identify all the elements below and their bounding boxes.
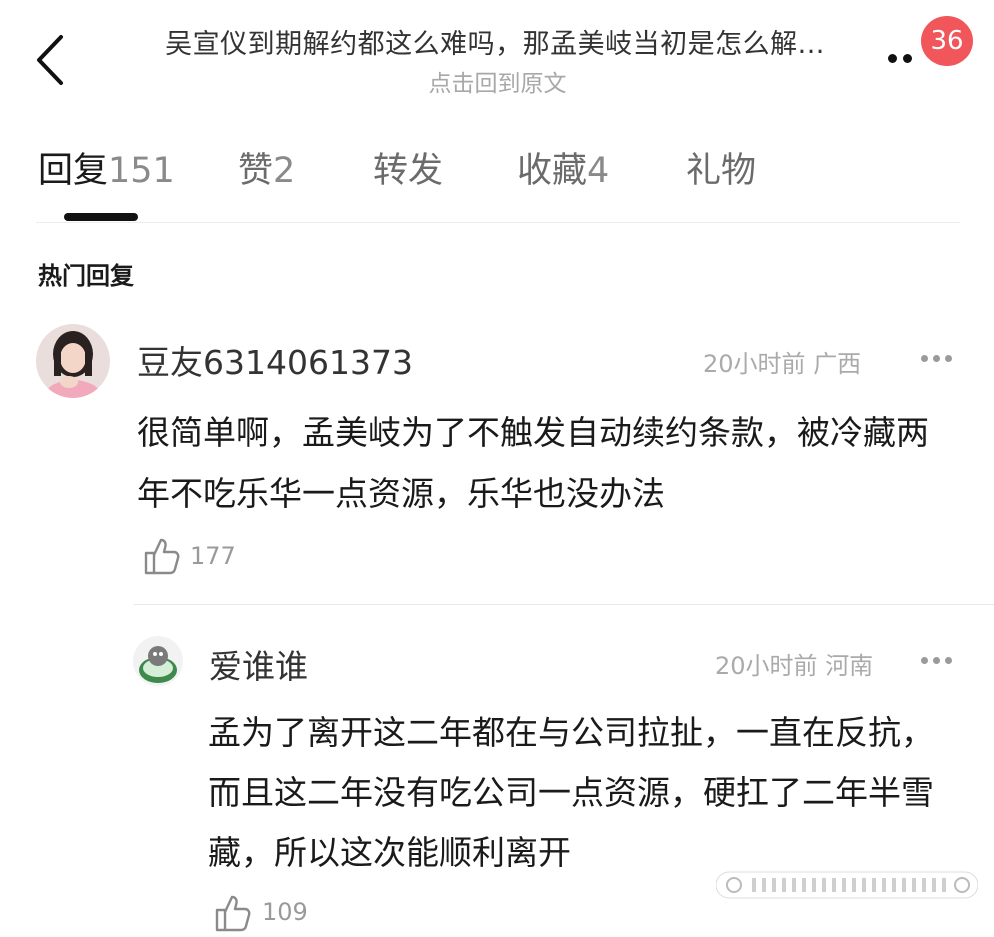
tab-gifts[interactable]: 礼物 [686,142,756,193]
more-dots-icon [921,354,928,362]
thumbs-up-icon [215,895,251,932]
more-dots-icon [921,656,928,664]
tab-replies[interactable]: 回复151 [38,142,175,193]
avatar[interactable] [133,636,183,686]
like-count: 177 [190,542,236,570]
comment-location: 广西 [813,350,862,378]
comment-text: 孟为了离开这二年都在与公司拉扯，一直在反抗，而且这二年没有吃公司一点资源，硬扛了… [208,713,934,872]
comment-location: 河南 [825,652,874,680]
active-tab-indicator [64,213,138,221]
like-button[interactable] [214,893,254,935]
tab-label: 回复 [38,151,109,191]
post-title[interactable]: 吴宣仪到期解约都这么难吗，那孟美岐当初是怎么解... [110,22,880,61]
back-button[interactable] [26,28,74,92]
thumbs-up-icon [144,538,180,575]
tab-label: 赞 [238,151,274,191]
watermark-logo [715,870,979,900]
comment-more-button[interactable] [921,346,961,370]
tab-label: 礼物 [686,151,757,191]
comment-meta: 20小时前 广西 [703,344,861,379]
notification-badge[interactable]: 36 [921,16,973,66]
section-title: 热门回复 [38,262,134,290]
like-button[interactable] [143,536,183,578]
comment-username[interactable]: 爱谁谁 [209,640,308,688]
tab-count: 2 [273,151,296,191]
comment-time: 20小时前 [715,652,818,680]
avatar-image [133,636,183,686]
tab-likes[interactable]: 赞2 [238,142,295,193]
chevron-left-icon [37,35,63,85]
tab-count: 4 [587,151,610,191]
tab-reposts[interactable]: 转发 [373,142,443,193]
comment-username[interactable]: 豆友6314061373 [137,336,413,384]
comment-more-button[interactable] [921,648,961,672]
avatar[interactable] [36,324,110,398]
like-count: 109 [262,898,308,926]
tab-bar: 回复151 赞2 转发 收藏4 礼物 [36,142,960,202]
tab-favorites[interactable]: 收藏4 [517,142,609,193]
comment-meta: 20小时前 河南 [715,646,873,681]
more-dots-icon [888,53,897,63]
tab-label: 收藏 [517,151,588,191]
divider [134,604,994,605]
back-to-original-link[interactable]: 点击回到原文 [300,64,695,98]
tab-label: 转发 [373,151,444,191]
comment-time: 20小时前 [703,350,806,378]
divider [36,222,960,223]
avatar-image [36,324,110,398]
tab-count: 151 [108,151,175,191]
comment-text: 很简单啊，孟美岐为了不触发自动续约条款，被冷藏两年不吃乐华一点资源，乐华也没办法 [137,413,929,513]
